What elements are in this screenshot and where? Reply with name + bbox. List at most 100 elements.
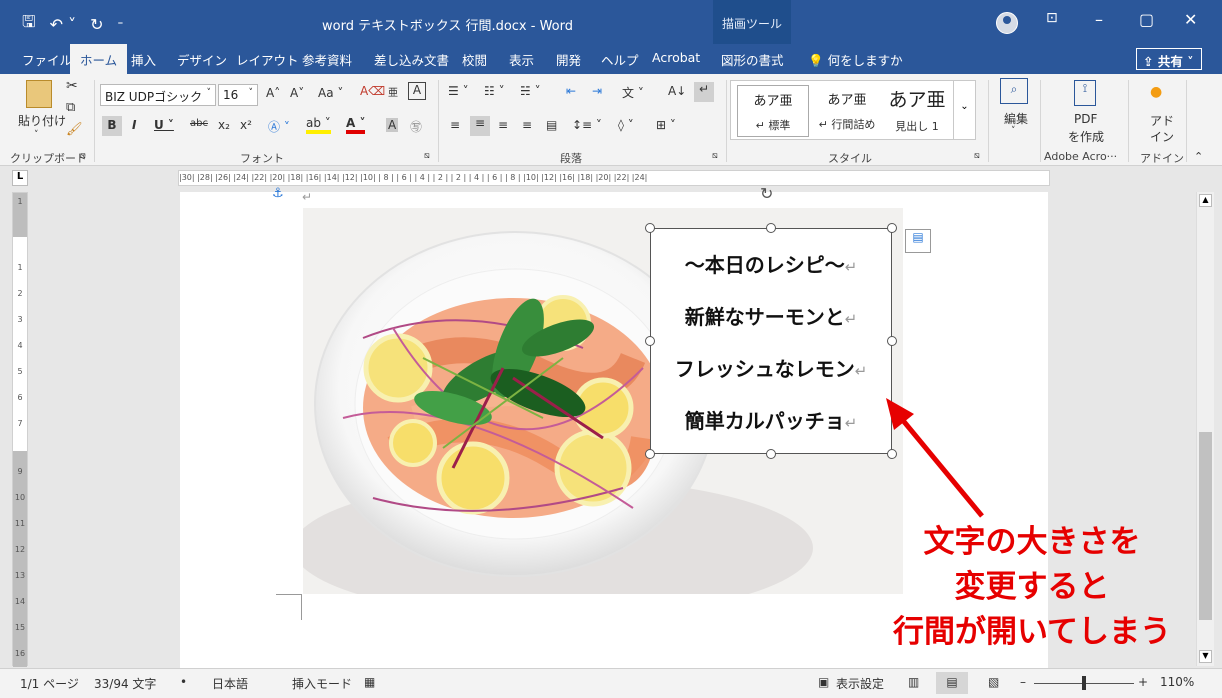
decrease-indent-icon[interactable]: ⇤: [566, 84, 576, 98]
resize-handle[interactable]: [645, 223, 655, 233]
enclosed-characters-icon[interactable]: ㊢: [410, 118, 422, 135]
text-effects-icon[interactable]: Ⓐ ˅: [268, 118, 290, 135]
resize-handle[interactable]: [887, 223, 897, 233]
increase-indent-icon[interactable]: ⇥: [592, 84, 602, 98]
tab-acrobat[interactable]: Acrobat: [652, 50, 700, 65]
show-formatting-marks-icon[interactable]: ↵: [694, 82, 714, 102]
grow-font-icon[interactable]: A˄: [266, 86, 280, 100]
share-button[interactable]: ⇪ 共有 ˅: [1136, 48, 1202, 70]
style-no-spacing[interactable]: あア亜 ↵ 行間詰め: [811, 85, 883, 137]
create-pdf-icon[interactable]: ⟟: [1074, 80, 1096, 106]
language-indicator[interactable]: 日本語: [212, 675, 248, 692]
phonetic-guide-icon[interactable]: 亜: [388, 84, 398, 99]
tab-help[interactable]: ヘルプ: [601, 50, 639, 69]
text-line-1[interactable]: ～本日のレシピ～↵: [651, 249, 891, 278]
line-spacing-icon[interactable]: ↕≡ ˅: [572, 118, 602, 132]
shrink-font-icon[interactable]: A˅: [290, 86, 304, 100]
user-avatar[interactable]: [996, 12, 1018, 34]
layout-options-icon[interactable]: ▤: [905, 229, 931, 253]
resize-handle[interactable]: [645, 449, 655, 459]
bullets-icon[interactable]: ☰ ˅: [448, 84, 469, 98]
superscript-icon[interactable]: x²: [240, 118, 252, 132]
styles-more-icon[interactable]: ⌄: [953, 81, 975, 139]
tab-mailings[interactable]: 差し込み文書: [374, 50, 449, 69]
undo-icon[interactable]: ↶ ˅: [50, 15, 77, 34]
search-icon[interactable]: ⌕: [1000, 78, 1028, 104]
underline-icon[interactable]: U ˅: [154, 118, 174, 132]
macro-record-icon[interactable]: ▦: [364, 675, 375, 689]
tab-selector[interactable]: L: [12, 170, 28, 186]
maximize-button[interactable]: ▢: [1139, 10, 1154, 29]
asian-layout-icon[interactable]: 文 ˅: [622, 84, 644, 101]
tab-design[interactable]: デザイン: [177, 50, 227, 69]
zoom-in-button[interactable]: +: [1138, 675, 1148, 689]
tab-insert[interactable]: 挿入: [131, 50, 156, 69]
scroll-up-icon[interactable]: ▲: [1199, 194, 1212, 207]
scroll-down-icon[interactable]: ▼: [1199, 650, 1212, 663]
editing-button[interactable]: 編集: [1004, 110, 1028, 127]
insert-mode-indicator[interactable]: 挿入モード: [292, 675, 352, 692]
character-shading-icon[interactable]: A: [386, 118, 399, 132]
recipe-text-box[interactable]: ～本日のレシピ～↵ 新鮮なサーモンと↵ フレッシュなレモン↵ 簡単カルパッチョ↵: [650, 228, 892, 454]
paste-button[interactable]: 貼り付け: [18, 112, 66, 129]
strikethrough-icon[interactable]: abc: [190, 118, 208, 129]
zoom-slider-thumb[interactable]: [1082, 676, 1086, 690]
tab-shape-format[interactable]: 図形の書式: [721, 50, 784, 69]
resize-handle[interactable]: [887, 336, 897, 346]
text-line-3[interactable]: フレッシュなレモン↵: [651, 353, 891, 382]
font-size-combo[interactable]: 16 ˅: [218, 84, 258, 106]
highlight-color-icon[interactable]: ab ˅: [306, 116, 331, 134]
style-heading-1[interactable]: あア亜 見出し 1: [881, 85, 953, 137]
tab-file[interactable]: ファイル: [22, 50, 72, 69]
paragraph-launcher-icon[interactable]: ⧅: [712, 151, 718, 161]
resize-handle[interactable]: [766, 449, 776, 459]
text-line-4[interactable]: 簡単カルパッチョ↵: [651, 405, 891, 434]
scrollbar-thumb[interactable]: [1199, 432, 1212, 620]
save-icon[interactable]: 🖫: [22, 11, 36, 38]
tab-layout[interactable]: レイアウト: [236, 50, 299, 69]
cut-icon[interactable]: ✂: [66, 78, 78, 94]
borders-icon[interactable]: ⊞ ˅: [656, 118, 676, 132]
tab-references[interactable]: 参考資料: [302, 50, 352, 69]
vertical-ruler[interactable]: 1 1 2 3 4 5 6 7 9 10 11 12 13 14 15 16: [12, 192, 28, 667]
customize-qat-icon[interactable]: ⁼: [118, 18, 124, 31]
bold-icon[interactable]: B: [102, 116, 122, 136]
numbering-icon[interactable]: ☷ ˅: [484, 84, 505, 98]
align-right-icon[interactable]: ≡: [498, 118, 508, 132]
text-line-2[interactable]: 新鮮なサーモンと↵: [651, 301, 891, 330]
rotate-handle-icon[interactable]: ↻: [760, 184, 773, 203]
font-launcher-icon[interactable]: ⧅: [424, 151, 430, 161]
resize-handle[interactable]: [766, 223, 776, 233]
read-mode-icon[interactable]: ▥: [908, 675, 919, 689]
create-pdf-line2[interactable]: を作成: [1068, 128, 1104, 145]
tell-me-search[interactable]: 💡 何をしますか: [808, 50, 903, 69]
addins-line1[interactable]: アド: [1150, 112, 1174, 129]
sort-icon[interactable]: A↓: [668, 84, 686, 98]
addins-line2[interactable]: イン: [1150, 128, 1174, 145]
horizontal-ruler[interactable]: |30| |28| |26| |24| |22| |20| |18| |16| …: [178, 170, 1050, 186]
style-normal[interactable]: あア亜 ↵ 標準: [737, 85, 809, 137]
word-count[interactable]: 33/94 文字: [94, 675, 156, 692]
copy-icon[interactable]: ⧉: [66, 100, 75, 115]
zoom-out-button[interactable]: –: [1020, 675, 1026, 689]
font-name-combo[interactable]: BIZ UDPゴシック ˅: [100, 84, 216, 106]
font-color-icon[interactable]: A ˅: [346, 116, 366, 134]
print-layout-icon[interactable]: ▤: [936, 672, 968, 694]
display-settings-icon[interactable]: ▣: [818, 675, 829, 689]
vertical-scrollbar[interactable]: ▲ ▼: [1196, 192, 1214, 666]
character-border-icon[interactable]: A: [408, 82, 426, 100]
redo-icon[interactable]: ↻: [90, 15, 103, 34]
clear-formatting-icon[interactable]: A⌫: [360, 84, 385, 98]
tab-view[interactable]: 表示: [509, 50, 534, 69]
multilevel-list-icon[interactable]: ☵ ˅: [520, 84, 541, 98]
addins-icon[interactable]: ●: [1150, 84, 1162, 100]
format-painter-icon[interactable]: 🖌: [66, 122, 83, 137]
tab-home[interactable]: ホーム: [70, 44, 128, 74]
paste-dropdown-icon[interactable]: ˅: [34, 130, 39, 140]
editing-dropdown-icon[interactable]: ˅: [1011, 126, 1016, 136]
web-layout-icon[interactable]: ▧: [988, 675, 999, 689]
zoom-level[interactable]: 110%: [1160, 675, 1194, 689]
ribbon-display-options-icon[interactable]: ⊡: [1046, 10, 1058, 26]
collapse-ribbon-icon[interactable]: ⌃: [1194, 150, 1203, 163]
resize-handle[interactable]: [645, 336, 655, 346]
